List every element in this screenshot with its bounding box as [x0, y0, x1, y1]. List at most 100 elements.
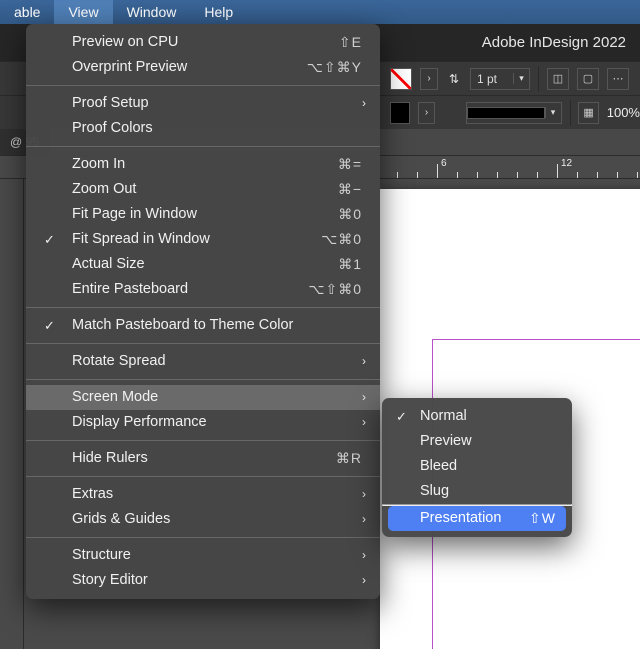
- stroke-swatch-expand[interactable]: ›: [418, 102, 435, 124]
- view-menu-item[interactable]: Hide Rulers⌘R: [26, 446, 380, 471]
- view-menu-item[interactable]: Proof Setup›: [26, 91, 380, 116]
- stroke-swatch[interactable]: [390, 102, 410, 124]
- view-menu-item[interactable]: Actual Size⌘1: [26, 252, 380, 277]
- ruler-tick-label: 6: [441, 158, 447, 169]
- vertical-ruler[interactable]: [0, 179, 24, 649]
- menu-separator: [26, 440, 380, 441]
- stroke-weight-dropdown-icon[interactable]: ▾: [513, 73, 529, 84]
- ruler-tick: [597, 172, 598, 178]
- stroke-style-field[interactable]: ▾: [466, 102, 562, 124]
- view-menu-item[interactable]: Screen Mode ›: [26, 385, 380, 410]
- separator: [570, 100, 571, 126]
- view-menu-item[interactable]: Fit Page in Window ⌘0: [26, 202, 380, 227]
- view-menu-item[interactable]: Grids & Guides ›: [26, 507, 380, 532]
- submenu-arrow-icon: ›: [362, 507, 366, 532]
- submenu-arrow-icon: ›: [362, 385, 366, 410]
- stroke-weight-field[interactable]: 1 pt ▾: [470, 68, 530, 90]
- menu-item-label: Zoom Out: [72, 181, 136, 197]
- menu-item-label: Extras: [72, 486, 113, 502]
- ruler-tick: [637, 172, 638, 178]
- menu-item-label: Structure: [72, 547, 131, 563]
- menu-item-label: Preview: [420, 433, 472, 449]
- submenu-arrow-icon: ›: [362, 482, 366, 507]
- fill-swatch-expand[interactable]: ›: [420, 68, 438, 90]
- screen-mode-submenu[interactable]: ✓Normal Preview Bleed Slug Presentation ⇧W: [382, 398, 572, 537]
- view-menu-item[interactable]: Proof Colors: [26, 116, 380, 141]
- swap-fill-stroke-icon[interactable]: ⇅: [446, 72, 462, 86]
- menu-item-label: Hide Rulers: [72, 450, 148, 466]
- menu-item-label: Rotate Spread: [72, 353, 166, 369]
- menu-item-label: Actual Size: [72, 256, 145, 272]
- menu-item-label: Zoom In: [72, 156, 125, 172]
- menu-separator: [26, 146, 380, 147]
- menu-separator: [26, 307, 380, 308]
- menu-item-shortcut: ⌥⌘0: [321, 227, 362, 252]
- menu-item-label: Preview on CPU: [72, 34, 178, 50]
- view-menu-item[interactable]: ✓ Fit Spread in Window ⌥⌘0: [26, 227, 380, 252]
- corner-options-icon[interactable]: ◫: [547, 68, 569, 90]
- menu-able[interactable]: able: [0, 0, 54, 24]
- menu-item-label: Overprint Preview: [72, 59, 187, 75]
- menu-item-label: Grids & Guides: [72, 511, 170, 527]
- screen-mode-item[interactable]: Preview: [382, 429, 572, 454]
- menu-help[interactable]: Help: [190, 0, 247, 24]
- screen-mode-item-presentation[interactable]: Presentation ⇧W: [388, 506, 566, 531]
- view-menu-item[interactable]: Preview on CPU ⇧E: [26, 30, 380, 55]
- menu-item-label: Fit Page in Window: [72, 206, 197, 222]
- view-menu-dropdown[interactable]: Preview on CPU ⇧E Overprint Preview ⌥⇧⌘Y Pro…: [26, 24, 380, 599]
- menu-view[interactable]: View: [54, 0, 112, 24]
- menu-item-label: Slug: [420, 483, 449, 499]
- menu-item-label: Story Editor: [72, 572, 148, 588]
- menu-window[interactable]: Window: [113, 0, 191, 24]
- view-menu-item[interactable]: ✓Match Pasteboard to Theme Color: [26, 313, 380, 338]
- ruler-tick: [617, 172, 618, 178]
- menu-item-shortcut: ⌥⇧⌘Y: [307, 55, 362, 80]
- menu-item-label: Screen Mode: [72, 389, 158, 405]
- ruler-tick: [417, 172, 418, 178]
- menu-separator: [26, 379, 380, 380]
- menu-separator: [26, 476, 380, 477]
- more-icon[interactable]: ⋯: [607, 68, 629, 90]
- view-menu-item[interactable]: Rotate Spread ›: [26, 349, 380, 374]
- submenu-arrow-icon: ›: [362, 349, 366, 374]
- grid-icon[interactable]: ▦: [578, 102, 598, 124]
- app-title: Adobe InDesign 2022: [482, 34, 626, 51]
- ruler-tick: [457, 172, 458, 178]
- menu-item-label: Presentation: [420, 510, 501, 526]
- ruler-tick: [477, 172, 478, 178]
- view-menu-item[interactable]: Zoom In ⌘=: [26, 152, 380, 177]
- zoom-percent[interactable]: 100%: [607, 105, 640, 120]
- menu-item-label: Fit Spread in Window: [72, 231, 210, 247]
- menu-item-shortcut: ⌘=: [338, 152, 362, 177]
- view-menu-item[interactable]: Zoom Out⌘−: [26, 177, 380, 202]
- swap-icon[interactable]: [443, 106, 458, 120]
- screen-mode-item[interactable]: ✓Normal: [382, 404, 572, 429]
- view-menu-item[interactable]: Story Editor ›: [26, 568, 380, 593]
- menu-item-label: Bleed: [420, 458, 457, 474]
- submenu-arrow-icon: ›: [362, 543, 366, 568]
- ruler-tick: [397, 172, 398, 178]
- screen-mode-item[interactable]: Bleed: [382, 454, 572, 479]
- menu-item-shortcut: ⇧E: [339, 30, 362, 55]
- view-menu-item[interactable]: Overprint Preview ⌥⇧⌘Y: [26, 55, 380, 80]
- separator: [538, 66, 539, 92]
- view-menu-item[interactable]: Structure ›: [26, 543, 380, 568]
- menu-separator: [26, 343, 380, 344]
- view-menu-item[interactable]: Entire Pasteboard⌥⇧⌘0: [26, 277, 380, 302]
- menu-item-shortcut: ⇧W: [529, 506, 556, 531]
- view-menu-item[interactable]: Display Performance›: [26, 410, 380, 435]
- menu-item-shortcut: ⌘0: [338, 202, 362, 227]
- menubar[interactable]: able View Window Help: [0, 0, 640, 24]
- check-icon: ✓: [44, 227, 55, 252]
- screen-mode-item[interactable]: Slug: [382, 479, 572, 504]
- menu-item-label: Match Pasteboard to Theme Color: [72, 317, 293, 333]
- fill-swatch-none[interactable]: [390, 68, 412, 90]
- stroke-weight-value: 1 pt: [471, 72, 513, 86]
- menu-item-label: Entire Pasteboard: [72, 281, 188, 297]
- stroke-style-dropdown-icon[interactable]: ▾: [545, 107, 561, 118]
- view-menu-item[interactable]: Extras ›: [26, 482, 380, 507]
- submenu-arrow-icon: ›: [362, 568, 366, 593]
- ruler-tick-label: 12: [561, 158, 572, 169]
- frame-options-icon[interactable]: ▢: [577, 68, 599, 90]
- ruler-tick: [517, 172, 518, 178]
